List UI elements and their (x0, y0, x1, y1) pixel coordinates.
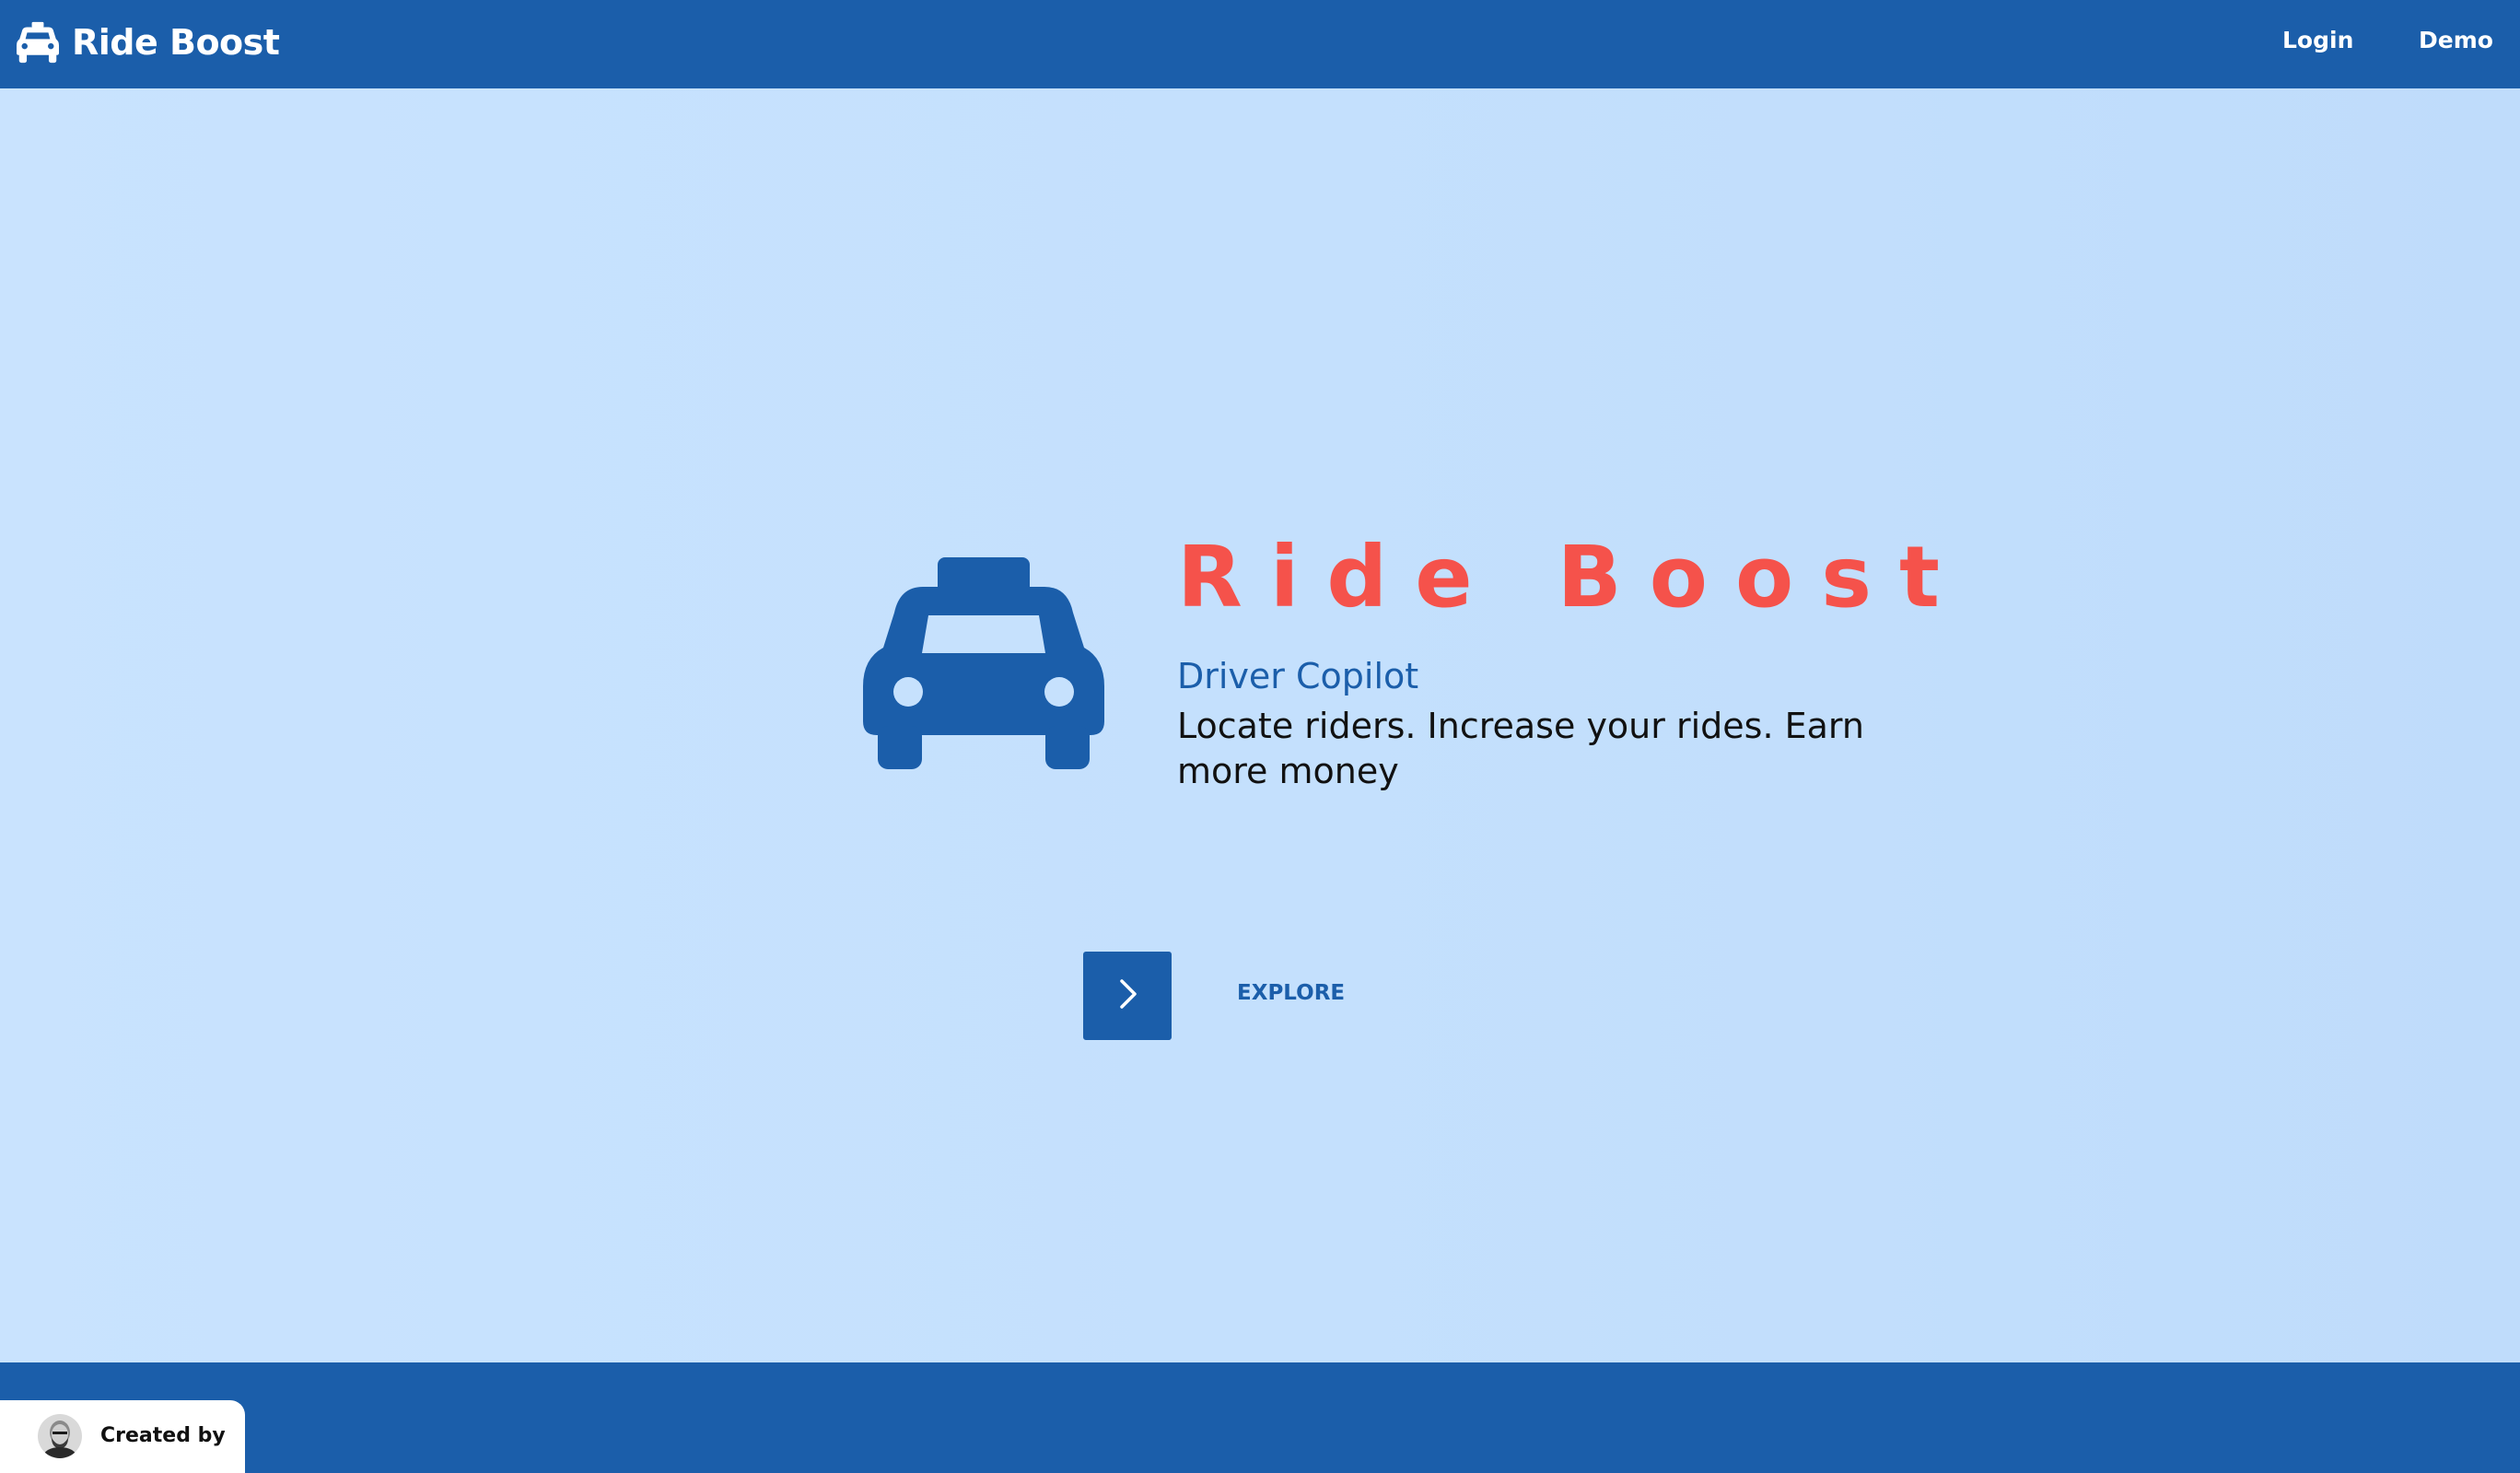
nav-login-link[interactable]: Login (2282, 24, 2353, 57)
nav-demo-link[interactable]: Demo (2419, 24, 2493, 57)
created-by-label: Created by (100, 1424, 226, 1447)
navbar: Ride Boost Login Demo (0, 0, 2520, 88)
creator-avatar (38, 1414, 82, 1458)
explore-link[interactable]: EXPLORE (1237, 976, 1345, 1010)
brand-name: Ride Boost (72, 22, 280, 63)
brand-home-link[interactable]: Ride Boost (17, 15, 280, 70)
chevron-right-icon (1114, 976, 1141, 1017)
taxi-icon (17, 21, 59, 64)
taxi-icon (863, 557, 1104, 769)
explore-button[interactable] (1083, 952, 1172, 1040)
created-by-badge[interactable]: Created by (0, 1400, 245, 1473)
footer (0, 1362, 2520, 1473)
hero-tagline: Locate riders. Increase your rides. Earn… (1177, 706, 1864, 791)
hero-subtitle: Driver Copilot (1177, 656, 1419, 696)
hero-title: Ride Boost (1177, 528, 1967, 626)
